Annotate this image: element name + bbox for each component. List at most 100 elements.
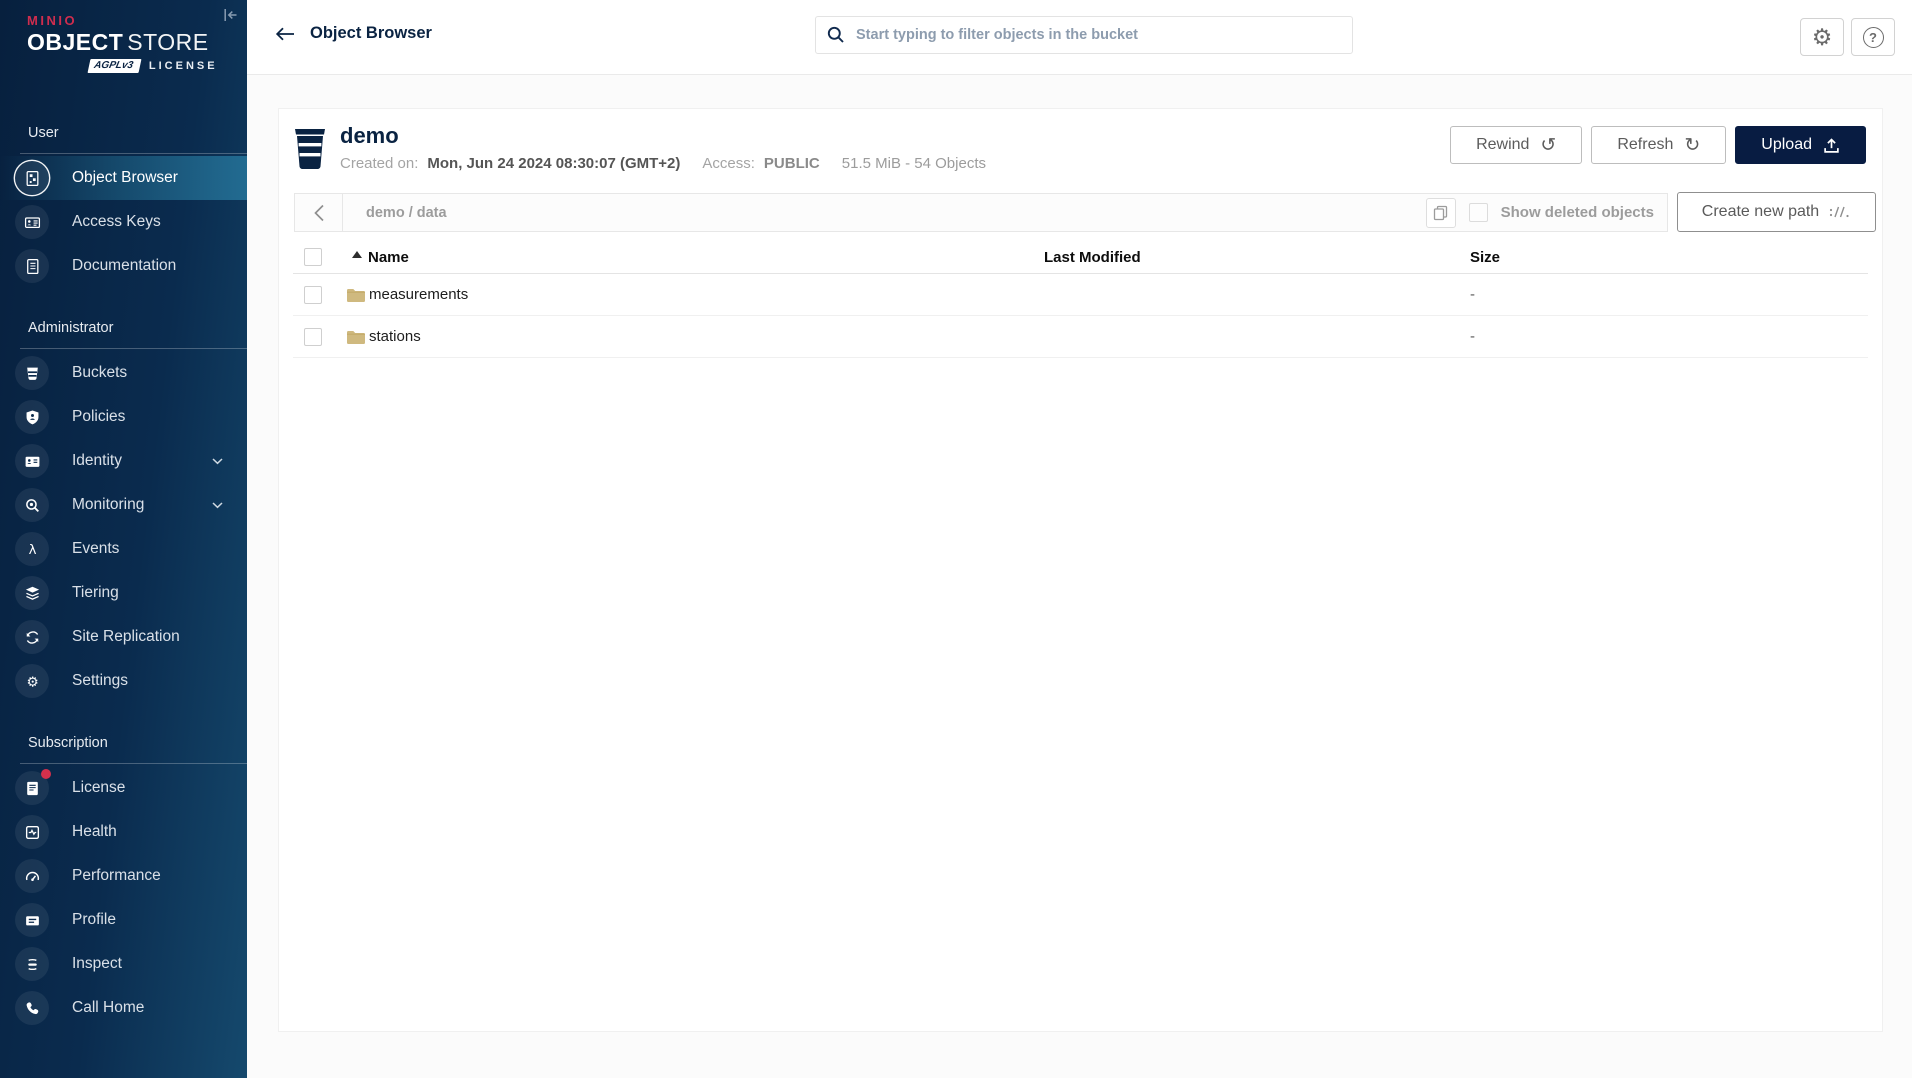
table-row[interactable]: measurements-	[293, 274, 1868, 316]
back-arrow-icon[interactable]	[275, 27, 295, 41]
sidebar-item-label: Buckets	[72, 364, 127, 382]
help-icon: ?	[1863, 27, 1884, 48]
show-deleted-label: Show deleted objects	[1501, 204, 1654, 221]
sidebar-item-buckets[interactable]: Buckets	[0, 351, 247, 395]
sidebar-item-object-browser[interactable]: Object Browser	[0, 156, 247, 200]
table-body: measurements-stations -	[293, 274, 1868, 358]
sidebar-item-identity[interactable]: Identity	[0, 439, 247, 483]
sidebar-item-label: Policies	[72, 408, 125, 426]
sidebar-item-license[interactable]: License	[0, 766, 247, 810]
sidebar-item-settings[interactable]: ⚙ Settings	[0, 659, 247, 703]
folder-icon	[346, 329, 366, 345]
site-replication-icon	[15, 620, 49, 654]
sidebar-item-label: Settings	[72, 672, 128, 690]
row-checkbox[interactable]	[304, 286, 322, 304]
sidebar-item-inspect[interactable]: Inspect	[0, 942, 247, 986]
events-icon: λ	[15, 532, 49, 566]
nav-section-administrator: AdministratorBucketsPoliciesIdentityMoni…	[0, 310, 247, 703]
monitoring-icon	[15, 488, 49, 522]
inspect-icon	[15, 947, 49, 981]
sidebar-item-label: Identity	[72, 452, 122, 470]
search-input[interactable]	[854, 26, 1341, 44]
upload-button[interactable]: Upload	[1735, 126, 1866, 164]
sidebar-item-documentation[interactable]: Documentation	[0, 244, 247, 288]
sidebar-item-label: Health	[72, 823, 117, 841]
refresh-button[interactable]: Refresh↻	[1591, 126, 1726, 164]
call-home-icon	[15, 991, 49, 1025]
sidebar-item-label: Profile	[72, 911, 116, 929]
rewind-button[interactable]: Rewind↺	[1450, 126, 1582, 164]
breadcrumb-actions: Show deleted objects	[1426, 198, 1667, 228]
bucket-info: demo Created on: Mon, Jun 24 2024 08:30:…	[340, 124, 986, 172]
settings-gear-button[interactable]: ⚙	[1800, 18, 1844, 56]
sidebar-item-performance[interactable]: Performance	[0, 854, 247, 898]
column-header-last-modified[interactable]: Last Modified	[1044, 249, 1470, 266]
bucket-meta: Created on: Mon, Jun 24 2024 08:30:07 (G…	[340, 155, 986, 172]
copy-icon	[1433, 205, 1448, 221]
breadcrumb-bar: demo / data Show deleted objects	[294, 193, 1668, 232]
sidebar-item-label: Tiering	[72, 584, 119, 602]
license-icon	[15, 771, 49, 805]
svg-text:⚙: ⚙	[26, 674, 38, 690]
bucket-usage: 51.5 MiB - 54 Objects	[842, 155, 986, 172]
row-checkbox[interactable]	[304, 328, 322, 346]
object-name-cell[interactable]: stations	[346, 328, 1044, 345]
bucket-name: demo	[340, 124, 986, 148]
bucket-browser-card: demo Created on: Mon, Jun 24 2024 08:30:…	[278, 108, 1883, 1032]
column-header-size[interactable]: Size	[1470, 249, 1868, 266]
rewind-icon: ↺	[1540, 136, 1556, 155]
sidebar-item-label: Documentation	[72, 257, 176, 275]
profile-icon	[15, 903, 49, 937]
sidebar-item-tiering[interactable]: Tiering	[0, 571, 247, 615]
sidebar-item-label: Call Home	[72, 999, 144, 1017]
sidebar-item-events[interactable]: λ Events	[0, 527, 247, 571]
folder-icon	[346, 287, 366, 303]
health-icon	[15, 815, 49, 849]
show-deleted-checkbox[interactable]	[1469, 203, 1488, 222]
sidebar-item-access-keys[interactable]: Access Keys	[0, 200, 247, 244]
help-button[interactable]: ?	[1851, 18, 1895, 56]
agpl-badge: AGPLv3	[88, 59, 142, 73]
size-cell: -	[1470, 328, 1868, 345]
top-bar: Object Browser ⚙ ?	[247, 0, 1912, 75]
bucket-icon	[293, 126, 327, 175]
sidebar-item-label: Events	[72, 540, 119, 558]
column-header-name[interactable]: Name	[346, 249, 1044, 266]
sidebar-item-label: Inspect	[72, 955, 122, 973]
search-icon	[827, 26, 845, 44]
sidebar-item-site-replication[interactable]: Site Replication	[0, 615, 247, 659]
performance-icon	[15, 859, 49, 893]
svg-text:λ: λ	[28, 543, 36, 558]
copy-path-button[interactable]	[1426, 198, 1456, 228]
identity-icon	[15, 444, 49, 478]
access-keys-icon	[15, 205, 49, 239]
settings-icon: ⚙	[15, 664, 49, 698]
table-row[interactable]: stations -	[293, 316, 1868, 358]
sidebar-collapse-icon[interactable]	[223, 8, 238, 27]
object-name: stations	[369, 328, 421, 345]
breadcrumb[interactable]: demo / data	[343, 205, 1426, 221]
breadcrumb-back-button[interactable]	[295, 194, 343, 231]
sidebar-item-label: License	[72, 779, 125, 797]
sidebar-item-monitoring[interactable]: Monitoring	[0, 483, 247, 527]
created-label: Created on:	[340, 155, 418, 172]
sort-asc-icon	[352, 251, 362, 258]
refresh-icon: ↻	[1684, 136, 1700, 155]
nav-section-title: User	[20, 115, 247, 154]
minio-logo: MINIO OBJECTSTORE AGPLv3 LICENSE	[0, 0, 247, 73]
bucket-header: demo Created on: Mon, Jun 24 2024 08:30:…	[279, 109, 1882, 175]
sidebar-item-health[interactable]: Health	[0, 810, 247, 854]
search-box	[815, 16, 1353, 54]
bucket-actions: Rewind↺ Refresh↻ Upload	[1450, 126, 1866, 164]
sidebar-item-policies[interactable]: Policies	[0, 395, 247, 439]
nav-section-user: UserObject BrowserAccess Keys Documentati…	[0, 115, 247, 288]
chevron-down-icon	[212, 458, 223, 465]
product-name: OBJECTSTORE	[27, 29, 247, 56]
sidebar-item-profile[interactable]: Profile	[0, 898, 247, 942]
select-all-checkbox[interactable]	[304, 248, 322, 266]
create-new-path-button[interactable]: Create new path	[1677, 192, 1876, 232]
object-name-cell[interactable]: measurements	[346, 286, 1044, 303]
sidebar-item-call-home[interactable]: Call Home	[0, 986, 247, 1030]
gear-icon: ⚙	[1812, 26, 1833, 49]
documentation-icon	[15, 249, 49, 283]
